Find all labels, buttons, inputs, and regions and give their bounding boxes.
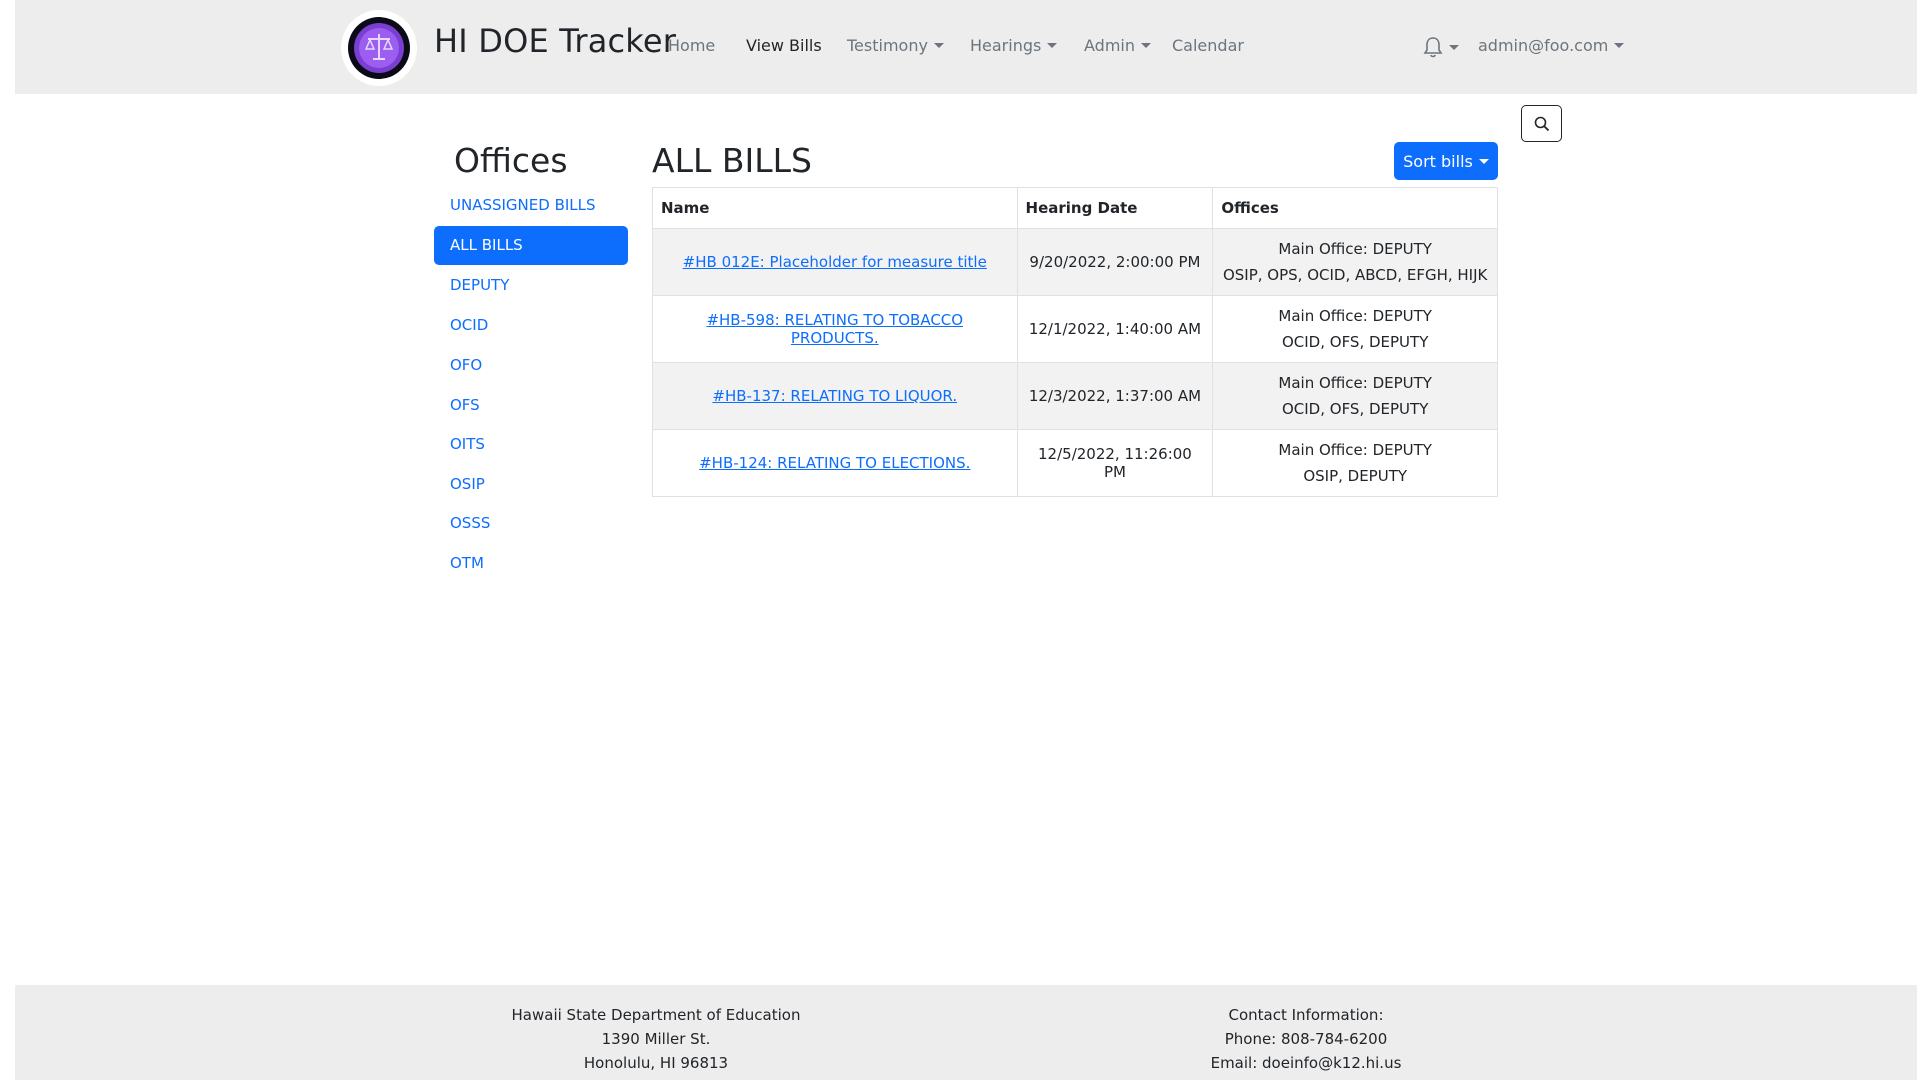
search-button[interactable] (1521, 105, 1562, 142)
office-list: OCID, OFS, DEPUTY (1281, 333, 1429, 351)
bill-name-cell: #HB 012E: Placeholder for measure title (652, 228, 1018, 296)
office-list: OSIP, DEPUTY (1303, 467, 1408, 485)
brand-title[interactable]: HI DOE Tracker (434, 22, 676, 60)
nav-view-bills[interactable]: View Bills (746, 36, 822, 55)
sidebar-item-ofs[interactable]: OFS (434, 386, 628, 425)
search-icon (1534, 116, 1549, 131)
footer-contact-heading: Contact Information: (1228, 1006, 1384, 1024)
caret-down-icon (1449, 45, 1459, 50)
logo-emblem (348, 17, 410, 79)
sort-bills-button[interactable]: Sort bills (1394, 142, 1498, 180)
bill-name-cell: #HB-124: RELATING TO ELECTIONS. (652, 429, 1018, 497)
nav-home[interactable]: Home (668, 36, 715, 55)
footer-city: Honolulu, HI 96813 (583, 1054, 729, 1072)
offices-cell: Main Office: DEPUTY OCID, OFS, DEPUTY (1212, 362, 1498, 430)
sidebar-item-unassigned-bills[interactable]: UNASSIGNED BILLS (434, 186, 628, 225)
column-header-name: Name (652, 187, 1018, 229)
offices-cell: Main Office: DEPUTY OSIP, OPS, OCID, ABC… (1212, 228, 1498, 296)
sidebar-item-oits[interactable]: OITS (434, 425, 628, 464)
footer-contact: Contact Information: Phone: 808-784-6200… (1156, 1003, 1456, 1075)
main-office: Main Office: DEPUTY (1278, 307, 1432, 325)
sidebar-item-ofo[interactable]: OFO (434, 346, 628, 385)
table-row: #HB-124: RELATING TO ELECTIONS. 12/5/202… (652, 429, 1498, 497)
main-office: Main Office: DEPUTY (1278, 441, 1432, 459)
sidebar-item-all-bills[interactable]: ALL BILLS (434, 226, 628, 265)
offices-cell: Main Office: DEPUTY OCID, OFS, DEPUTY (1212, 295, 1498, 363)
user-email: admin@foo.com (1478, 36, 1609, 55)
notifications-dropdown[interactable] (1423, 36, 1459, 58)
offices-cell: Main Office: DEPUTY OSIP, DEPUTY (1212, 429, 1498, 497)
footer-street: 1390 Miller St. (601, 1030, 711, 1048)
footer-email: Email: doeinfo@k12.hi.us (1210, 1054, 1402, 1072)
page-title: ALL BILLS (652, 141, 812, 180)
bill-name-cell: #HB-137: RELATING TO LIQUOR. (652, 362, 1018, 430)
caret-down-icon (1478, 158, 1489, 164)
table-row: #HB-598: RELATING TO TOBACCO PRODUCTS. 1… (652, 295, 1498, 363)
bill-link[interactable]: #HB-598: RELATING TO TOBACCO PRODUCTS. (706, 311, 963, 347)
scales-icon (354, 23, 404, 73)
table-header-row: Name Hearing Date Offices (652, 187, 1498, 229)
hearing-date-cell: 12/3/2022, 1:37:00 AM (1016, 362, 1214, 430)
hearing-date-cell: 12/5/2022, 11:26:00 PM (1016, 429, 1214, 497)
footer-phone: Phone: 808-784-6200 (1224, 1030, 1388, 1048)
main-office: Main Office: DEPUTY (1278, 374, 1432, 392)
footer-address: Hawaii State Department of Education 139… (506, 1003, 806, 1075)
office-list: OCID, OFS, DEPUTY (1281, 400, 1429, 418)
caret-down-icon (1614, 43, 1625, 48)
office-list: OSIP, OPS, OCID, ABCD, EFGH, HIJK (1222, 266, 1488, 284)
bill-name-cell: #HB-598: RELATING TO TOBACCO PRODUCTS. (652, 295, 1018, 363)
bell-icon (1423, 37, 1443, 58)
bill-link[interactable]: #HB-124: RELATING TO ELECTIONS. (699, 454, 970, 472)
nav-testimony-label: Testimony (847, 36, 928, 55)
table-row: #HB 012E: Placeholder for measure title … (652, 228, 1498, 296)
hearing-date-cell: 9/20/2022, 2:00:00 PM (1016, 228, 1214, 296)
nav-calendar[interactable]: Calendar (1172, 36, 1244, 55)
sort-bills-label: Sort bills (1403, 151, 1473, 171)
hearing-date-cell: 12/1/2022, 1:40:00 AM (1016, 295, 1214, 363)
logo[interactable] (341, 10, 417, 86)
nav-hearings[interactable]: Hearings (970, 36, 1058, 55)
column-header-offices: Offices (1212, 187, 1498, 229)
footer-org-name: Hawaii State Department of Education (511, 1006, 801, 1024)
sidebar-item-ocid[interactable]: OCID (434, 306, 628, 345)
nav-testimony[interactable]: Testimony (847, 36, 944, 55)
nav-admin-label: Admin (1084, 36, 1135, 55)
page-footer: Hawaii State Department of Education 139… (15, 985, 1917, 1080)
sidebar-item-osip[interactable]: OSIP (434, 465, 628, 504)
user-menu[interactable]: admin@foo.com (1478, 36, 1625, 55)
nav-hearings-label: Hearings (970, 36, 1042, 55)
caret-down-icon (933, 43, 944, 48)
bill-link[interactable]: #HB-137: RELATING TO LIQUOR. (712, 387, 957, 405)
column-header-hearing-date: Hearing Date (1016, 187, 1214, 229)
offices-title: Offices (454, 141, 568, 180)
sidebar-item-otm[interactable]: OTM (434, 544, 628, 583)
main-office: Main Office: DEPUTY (1278, 240, 1432, 258)
caret-down-icon (1141, 43, 1151, 48)
table-row: #HB-137: RELATING TO LIQUOR. 12/3/2022, … (652, 362, 1498, 430)
caret-down-icon (1047, 43, 1058, 48)
top-navbar: HI DOE Tracker Home View Bills Testimony… (15, 0, 1917, 94)
bill-link[interactable]: #HB 012E: Placeholder for measure title (683, 253, 987, 271)
bills-table: Name Hearing Date Offices #HB 012E: Plac… (652, 187, 1498, 497)
sidebar-item-deputy[interactable]: DEPUTY (434, 266, 628, 305)
sidebar-item-osss[interactable]: OSSS (434, 504, 628, 543)
nav-admin[interactable]: Admin (1084, 36, 1151, 55)
